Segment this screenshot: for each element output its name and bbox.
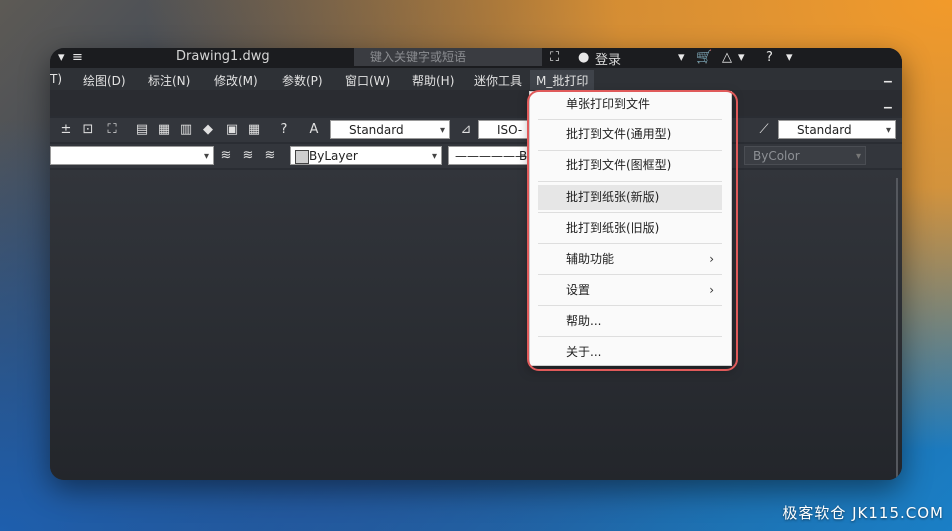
menu-item-draw[interactable]: 绘图(D) — [83, 72, 126, 89]
properties-icon[interactable]: ▤ — [134, 122, 150, 138]
cart-icon[interactable]: 🛒 — [696, 50, 712, 65]
menu-item-window[interactable]: 窗口(W) — [345, 72, 390, 89]
help-icon[interactable]: ? — [766, 50, 773, 65]
help-icon[interactable]: ? — [276, 122, 292, 138]
chevron-down-icon: ▾ — [439, 125, 445, 136]
text-style-icon[interactable]: A — [306, 122, 322, 138]
layer-previous-icon[interactable]: ≋ — [240, 148, 256, 164]
menu-item-parametric[interactable]: 参数(P) — [282, 72, 323, 89]
chevron-down-icon: ▾ — [855, 151, 861, 162]
calculator-icon[interactable]: ▦ — [246, 122, 262, 138]
table-style-select[interactable]: Standard ▾ — [778, 120, 896, 139]
watermark: 极客软仓 JK115.COM — [782, 504, 944, 522]
properties-toolbar: ▾ ≋ ≋ ≋ ByLayer ▾ ——————— B ByColor ▾ — [50, 144, 902, 168]
chevron-down-icon: ▾ — [203, 151, 209, 162]
menu-item-help[interactable]: 帮助(H) — [412, 72, 454, 89]
login-button[interactable]: 登录 — [595, 49, 621, 68]
color-select[interactable]: ByLayer ▾ — [290, 146, 442, 165]
user-icon[interactable]: ● — [578, 50, 589, 65]
multileader-style-icon[interactable]: ⟋ — [756, 122, 772, 138]
drawing-canvas[interactable] — [50, 170, 902, 480]
design-center-icon[interactable]: ▦ — [156, 122, 172, 138]
minimize-icon[interactable]: ▁ — [884, 72, 892, 83]
annotation-highlight-ring — [527, 90, 738, 371]
make-layer-current-icon[interactable]: ≋ — [218, 148, 234, 164]
customize-icon[interactable]: ≡ — [72, 50, 83, 65]
menu-bar: T) 绘图(D) 标注(N) 修改(M) 参数(P) 窗口(W) 帮助(H) 迷… — [50, 68, 902, 91]
menu-item-dimension[interactable]: 标注(N) — [148, 72, 190, 89]
layer-state-icon[interactable]: ≋ — [262, 148, 278, 164]
dim-style-select[interactable]: ISO-2 — [478, 120, 528, 156]
plot-style-select: ByColor ▾ — [744, 146, 866, 165]
chevron-down-icon: ▾ — [885, 125, 891, 136]
linetype-select[interactable]: ——————— B — [448, 146, 539, 165]
vertical-scrollbar[interactable] — [896, 178, 898, 478]
color-swatch — [295, 150, 309, 164]
menu-item-batch-plot[interactable]: M_批打印 — [530, 70, 595, 91]
menu-item-modify[interactable]: 修改(M) — [214, 72, 258, 89]
dropdown-arrow-icon[interactable]: ▾ — [678, 50, 685, 65]
chevron-down-icon: ▾ — [431, 151, 437, 162]
zoom-previous-icon[interactable]: ⛶ — [104, 122, 120, 138]
binoculars-icon[interactable]: ⛶ — [550, 50, 559, 65]
layer-select[interactable]: ▾ — [50, 146, 214, 165]
a360-icon[interactable]: △ — [722, 50, 732, 65]
minimize-icon[interactable]: ▁ — [884, 98, 892, 109]
app-window: ▾ ≡ Drawing1.dwg ▸ 键入关键字或短语 ⛶ ● 登录 ▾ 🛒 △… — [50, 48, 902, 480]
sheet-set-icon[interactable]: ◆ — [200, 122, 216, 138]
dropdown-arrow-icon[interactable]: ▾ — [738, 50, 745, 65]
zoom-extents-icon[interactable]: ± — [58, 122, 74, 138]
document-title: Drawing1.dwg — [176, 49, 270, 64]
styles-toolbar: ± ⊡ ⛶ ▤ ▦ ▥ ◆ ▣ ▦ ? A Standard ▾ ⊿ ISO-2… — [50, 118, 902, 156]
title-bar: ▾ ≡ Drawing1.dwg ▸ 键入关键字或短语 ⛶ ● 登录 ▾ 🛒 △… — [50, 48, 902, 68]
tool-palettes-icon[interactable]: ▥ — [178, 122, 194, 138]
dim-style-icon[interactable]: ⊿ — [458, 122, 474, 138]
markup-icon[interactable]: ▣ — [224, 122, 240, 138]
search-input[interactable]: 键入关键字或短语 — [354, 48, 542, 66]
ribbon-strip: ▁ — [50, 90, 902, 116]
quick-access-menu-icon[interactable]: ▾ — [58, 50, 65, 65]
zoom-window-icon[interactable]: ⊡ — [80, 122, 96, 138]
menu-item-tools[interactable]: T) — [50, 72, 62, 86]
dropdown-arrow-icon[interactable]: ▾ — [786, 50, 793, 65]
text-style-select[interactable]: Standard ▾ — [330, 120, 450, 139]
menu-item-mini-tools[interactable]: 迷你工具 — [474, 72, 522, 89]
